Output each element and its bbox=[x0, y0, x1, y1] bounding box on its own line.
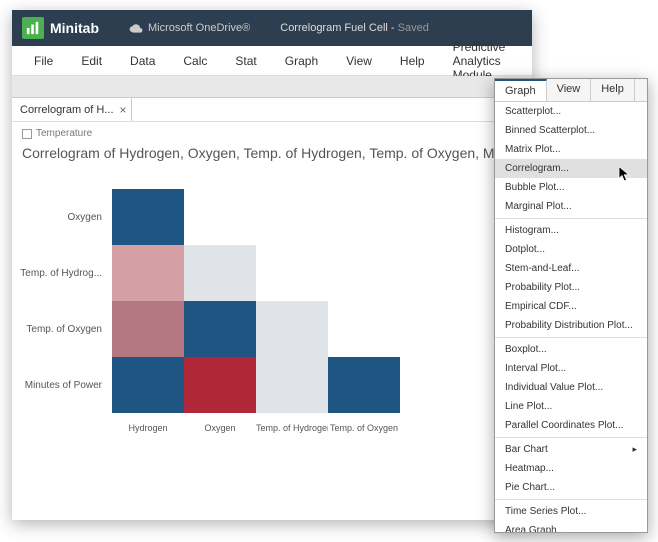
menu-item-pie-chart[interactable]: Pie Chart... bbox=[495, 478, 647, 497]
menu-item-area-graph[interactable]: Area Graph... bbox=[495, 521, 647, 532]
menu-help[interactable]: Help bbox=[386, 46, 439, 75]
toolbar-area bbox=[12, 76, 532, 98]
menu-edit[interactable]: Edit bbox=[67, 46, 116, 75]
y-label: Minutes of Power bbox=[12, 357, 107, 413]
menu-item-probability-distribution-plot[interactable]: Probability Distribution Plot... bbox=[495, 316, 647, 335]
menu-item-matrix-plot[interactable]: Matrix Plot... bbox=[495, 140, 647, 159]
close-icon[interactable]: × bbox=[120, 103, 127, 117]
chevron-right-icon: ▸ bbox=[632, 444, 637, 455]
menu-item-probability-plot[interactable]: Probability Plot... bbox=[495, 278, 647, 297]
x-axis-labels: Hydrogen Oxygen Temp. of Hydrogen Temp. … bbox=[112, 417, 400, 433]
menu-item-stem-and-leaf[interactable]: Stem-and-Leaf... bbox=[495, 259, 647, 278]
x-label: Oxygen bbox=[184, 417, 256, 433]
menu-item-marginal-plot[interactable]: Marginal Plot... bbox=[495, 197, 647, 216]
menu-item-line-plot[interactable]: Line Plot... bbox=[495, 397, 647, 416]
heatmap-cell[interactable] bbox=[112, 301, 184, 357]
chart-legend: Temperature bbox=[12, 122, 532, 145]
menu-separator bbox=[495, 499, 647, 500]
heatmap-cell bbox=[256, 189, 328, 245]
menu-item-bar-chart[interactable]: Bar Chart▸ bbox=[495, 440, 647, 459]
menu-item-heatmap[interactable]: Heatmap... bbox=[495, 459, 647, 478]
legend-label: Temperature bbox=[36, 128, 92, 139]
menu-stat[interactable]: Stat bbox=[221, 46, 270, 75]
menu-item-time-series-plot[interactable]: Time Series Plot... bbox=[495, 502, 647, 521]
storage-label: Microsoft OneDrive® bbox=[148, 22, 250, 34]
heatmap-cell bbox=[328, 189, 400, 245]
menu-view[interactable]: View bbox=[332, 46, 386, 75]
x-label: Temp. of Hydrogen bbox=[256, 417, 328, 433]
heatmap-cell bbox=[328, 245, 400, 301]
heatmap-cell bbox=[328, 301, 400, 357]
heatmap-cell bbox=[184, 189, 256, 245]
menu-graph[interactable]: Graph bbox=[271, 46, 332, 75]
menu-separator bbox=[495, 437, 647, 438]
x-label: Hydrogen bbox=[112, 417, 184, 433]
x-label: Temp. of Oxygen bbox=[328, 417, 400, 433]
menu-predictive-analytics[interactable]: Predictive Analytics Module bbox=[439, 46, 524, 75]
menu-item-boxplot[interactable]: Boxplot... bbox=[495, 340, 647, 359]
menu-item-bubble-plot[interactable]: Bubble Plot... bbox=[495, 178, 647, 197]
document-title: Correlogram Fuel Cell - Saved bbox=[280, 22, 429, 34]
heatmap-cell[interactable] bbox=[256, 301, 328, 357]
menu-item-individual-value-plot[interactable]: Individual Value Plot... bbox=[495, 378, 647, 397]
heatmap-cell[interactable] bbox=[256, 357, 328, 413]
menu-data[interactable]: Data bbox=[116, 46, 169, 75]
heatmap-cell[interactable] bbox=[328, 357, 400, 413]
app-logo-icon bbox=[22, 17, 44, 39]
heatmap-cell[interactable] bbox=[112, 357, 184, 413]
menu-item-parallel-coordinates-plot[interactable]: Parallel Coordinates Plot... bbox=[495, 416, 647, 435]
heatmap-cell[interactable] bbox=[112, 245, 184, 301]
graph-menu-popup: Graph View Help Scatterplot...Binned Sca… bbox=[494, 78, 648, 533]
tab-label: Correlogram of H... bbox=[20, 104, 114, 116]
tab-correlogram[interactable]: Correlogram of H... × bbox=[12, 98, 132, 121]
popup-menubar: Graph View Help bbox=[495, 79, 647, 102]
heatmap-cell[interactable] bbox=[112, 189, 184, 245]
popup-tab-graph[interactable]: Graph bbox=[495, 79, 547, 101]
graph-menu-list: Scatterplot...Binned Scatterplot...Matri… bbox=[495, 102, 647, 532]
menu-file[interactable]: File bbox=[20, 46, 67, 75]
heatmap-grid bbox=[112, 189, 400, 413]
menu-item-correlogram[interactable]: Correlogram... bbox=[495, 159, 647, 178]
y-label: Temp. of Hydrog... bbox=[12, 245, 107, 301]
heatmap-cell[interactable] bbox=[184, 245, 256, 301]
menu-item-histogram[interactable]: Histogram... bbox=[495, 221, 647, 240]
menu-item-dotplot[interactable]: Dotplot... bbox=[495, 240, 647, 259]
onedrive-icon bbox=[129, 21, 143, 35]
menu-item-interval-plot[interactable]: Interval Plot... bbox=[495, 359, 647, 378]
menu-item-empirical-cdf[interactable]: Empirical CDF... bbox=[495, 297, 647, 316]
save-status: Saved bbox=[398, 22, 429, 34]
y-label: Oxygen bbox=[12, 189, 107, 245]
popup-tab-view[interactable]: View bbox=[547, 79, 592, 101]
y-label: Temp. of Oxygen bbox=[12, 301, 107, 357]
app-name: Minitab bbox=[50, 20, 99, 36]
menubar: File Edit Data Calc Stat Graph View Help… bbox=[12, 46, 532, 76]
menu-calc[interactable]: Calc bbox=[169, 46, 221, 75]
y-axis-labels: Oxygen Temp. of Hydrog... Temp. of Oxyge… bbox=[12, 189, 107, 413]
popup-tab-help[interactable]: Help bbox=[591, 79, 635, 101]
chart-title: Correlogram of Hydrogen, Oxygen, Temp. o… bbox=[12, 145, 532, 169]
storage-location[interactable]: Microsoft OneDrive® bbox=[129, 21, 250, 35]
menu-separator bbox=[495, 218, 647, 219]
heatmap-cell bbox=[256, 245, 328, 301]
menu-separator bbox=[495, 337, 647, 338]
menu-item-scatterplot[interactable]: Scatterplot... bbox=[495, 102, 647, 121]
chart-area[interactable]: Oxygen Temp. of Hydrog... Temp. of Oxyge… bbox=[12, 169, 532, 520]
heatmap-cell[interactable] bbox=[184, 301, 256, 357]
legend-swatch bbox=[22, 129, 32, 139]
heatmap-cell[interactable] bbox=[184, 357, 256, 413]
document-tabs: Correlogram of H... × bbox=[12, 98, 532, 122]
menu-item-binned-scatterplot[interactable]: Binned Scatterplot... bbox=[495, 121, 647, 140]
main-window: Minitab Microsoft OneDrive® Correlogram … bbox=[12, 10, 532, 520]
